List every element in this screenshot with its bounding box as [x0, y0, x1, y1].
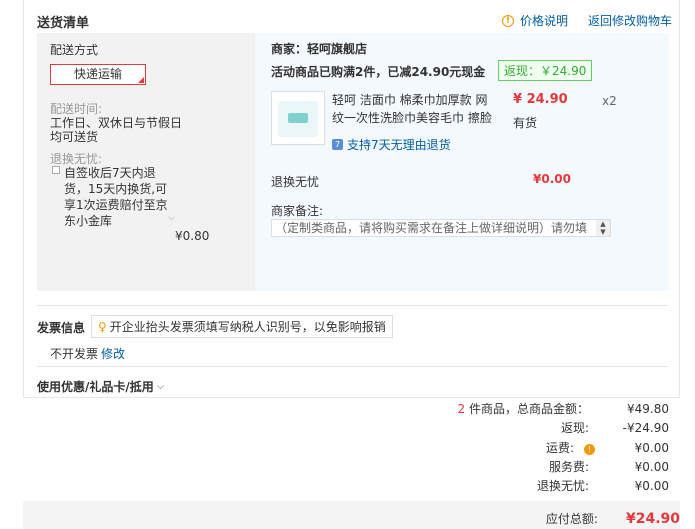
product-name[interactable]: 轻呵 洁面巾 棉柔巾加厚款 网纹一次性洗脸巾美容毛巾 擦脸	[332, 91, 497, 127]
product-price: ¥ 24.90	[513, 92, 568, 107]
product-qty: x2	[602, 94, 617, 108]
price-note-link[interactable]: ! 价格说明	[501, 12, 568, 29]
return-policy-label: 支持7天无理由退货	[347, 138, 451, 152]
nofee-summary-label: 退换无忧:	[536, 479, 589, 493]
invoice-title: 发票信息	[37, 321, 86, 335]
pay-label: 应付总额:	[545, 512, 598, 526]
shipping-value: ¥0.00	[634, 440, 669, 455]
coupon-label: 使用优惠/礼品卡/抵用	[37, 380, 154, 394]
delivery-options: 配送方式 快递运输 配送时间: 工作日、双休日与节假日 均可送货 退换无忧: 自…	[37, 33, 255, 291]
cashback-label: 返现:	[560, 421, 589, 435]
shipping-method-button[interactable]: 快递运输	[50, 64, 146, 85]
product-thumbnail[interactable]	[271, 91, 325, 145]
chevron-down-icon[interactable]: ⌵	[168, 213, 175, 223]
summary-total: ¥49.80	[627, 401, 669, 416]
service-label: 服务费:	[548, 460, 589, 474]
return-policy-link[interactable]: 7 支持7天无理由退货	[332, 136, 451, 153]
coupon-toggle[interactable]: 使用优惠/礼品卡/抵用 ⌵	[37, 378, 164, 395]
selected-corner-icon	[138, 77, 144, 83]
return-option-3: 享1次运费赔付至京	[64, 198, 168, 212]
method-label: 配送方式	[50, 43, 99, 57]
return-option-4: 东小金库	[64, 214, 113, 228]
nofee-label: 退换无忧	[271, 175, 320, 189]
back-to-cart-link[interactable]: 返回修改购物车	[588, 12, 672, 29]
invoice-tip: ♀ 开企业抬头发票须填写纳税人识别号，以免影响报销	[91, 315, 393, 338]
invoice-tip-text: 开企业抬头发票须填写纳税人识别号，以免影响报销	[109, 320, 386, 334]
service-value: ¥0.00	[634, 459, 669, 474]
chevron-down-icon: ⌵	[156, 381, 165, 392]
divider	[37, 366, 669, 367]
remark-placeholder: （定制类商品，请将购买需求在备注上做详细说明）请勿填	[275, 221, 588, 235]
item-count-label: 件商品，总商品金额：	[465, 402, 589, 416]
divider	[37, 305, 669, 306]
product-image	[278, 101, 318, 137]
time-value-2: 均可送货	[50, 130, 99, 144]
promo-text: 活动商品已购满2件，已减24.90元现金	[271, 65, 486, 79]
nofee-summary-value: ¥0.00	[634, 478, 669, 493]
info-icon: !	[501, 14, 514, 27]
pay-total: ¥24.90	[625, 510, 680, 527]
return-checkbox[interactable]	[52, 166, 60, 174]
summary-shipping-row: 运费:! ¥0.00	[369, 439, 669, 456]
remark-label: 商家备注:	[271, 204, 324, 218]
cashback-value: -¥24.90	[622, 420, 669, 435]
return-option-2: 货，15天内换货,可	[64, 182, 168, 196]
return-option-1: 自签收后7天内退	[64, 166, 156, 180]
summary-total-row: 2 件商品，总商品金额： ¥49.80	[369, 400, 669, 417]
return-fee: ¥0.80	[175, 229, 210, 243]
pay-total-row: 应付总额: ¥24.90	[546, 510, 680, 527]
top-links: ! 价格说明 返回修改购物车	[501, 12, 672, 29]
shop-name: 商家：轻呵旗舰店	[271, 42, 368, 56]
remark-textarea[interactable]: （定制类商品，请将购买需求在备注上做详细说明）请勿填 ▲ ▼	[271, 219, 611, 237]
invoice-edit-link[interactable]: 修改	[101, 345, 125, 362]
summary-nofee-row: 退换无忧: ¥0.00	[369, 477, 669, 494]
shipping-label: 运费:	[545, 441, 574, 455]
summary-service-row: 服务费: ¥0.00	[369, 458, 669, 475]
remark-scrollbar[interactable]: ▲ ▼	[596, 220, 610, 236]
shop-details: 商家：轻呵旗舰店 活动商品已购满2件，已减24.90元现金 返现：￥24.90 …	[255, 33, 669, 291]
invoice-value: 不开发票	[50, 347, 99, 361]
price-note-label: 价格说明	[519, 14, 568, 28]
cashback-badge: 返现：￥24.90	[498, 60, 593, 81]
stock-status: 有货	[513, 116, 538, 130]
delivery-box: 配送方式 快递运输 配送时间: 工作日、双休日与节假日 均可送货 退换无忧: 自…	[37, 33, 669, 291]
nofee-price: ¥0.00	[533, 172, 571, 186]
summary-cashback-row: 返现: -¥24.90	[369, 419, 669, 436]
bulb-icon: ♀	[98, 319, 107, 334]
section-title: 送货清单	[37, 16, 90, 31]
return-icon: 7	[332, 139, 343, 150]
shipping-method-value: 快递运输	[73, 67, 122, 81]
